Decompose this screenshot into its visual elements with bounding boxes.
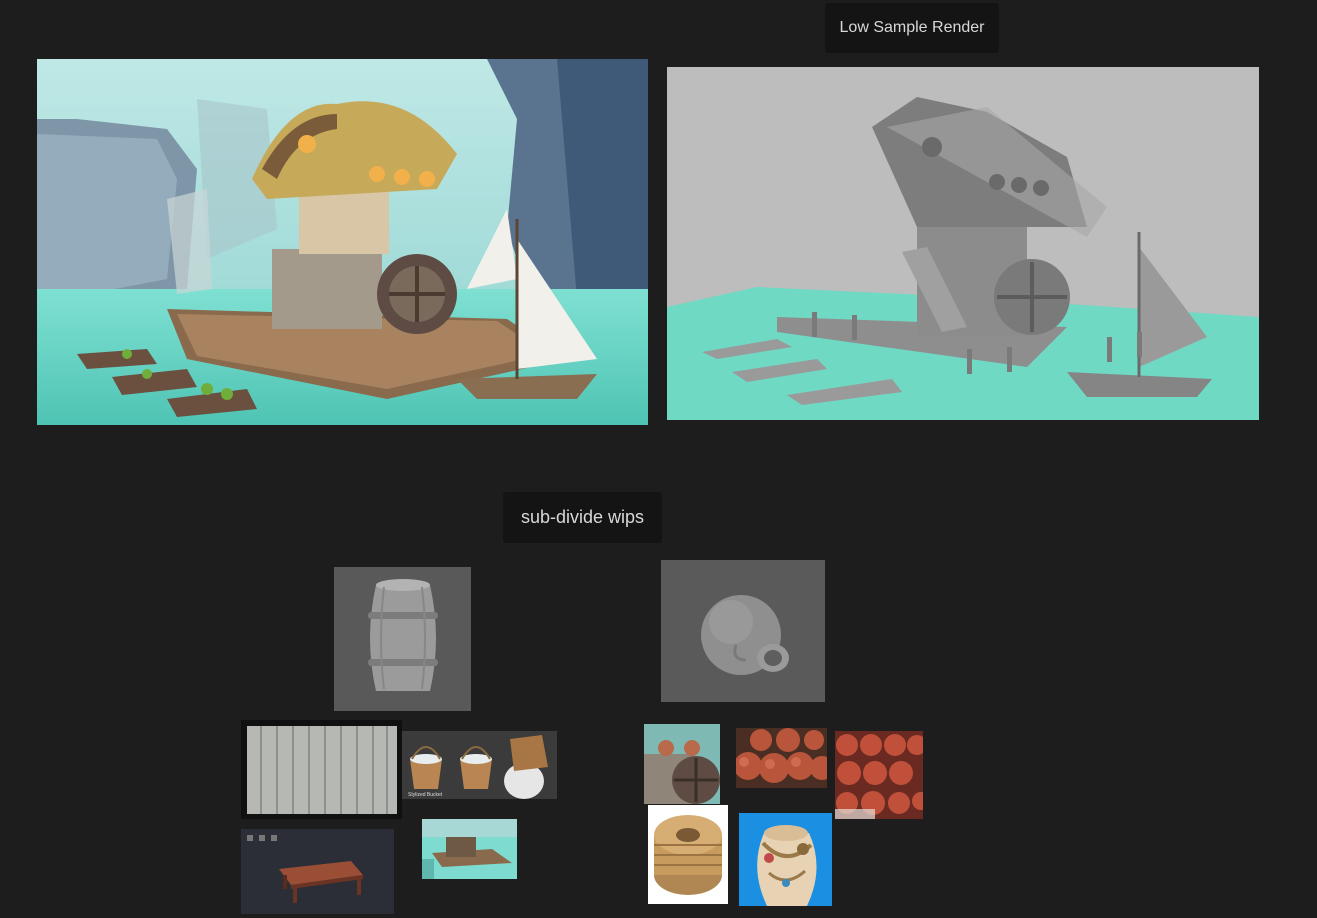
clay-pots-stack[interactable] bbox=[835, 731, 923, 819]
concept-painting-image bbox=[37, 59, 648, 425]
clay-pots-stack-image bbox=[835, 731, 923, 819]
rope-coil[interactable] bbox=[648, 805, 728, 904]
rope-vase[interactable] bbox=[739, 813, 832, 906]
wips-label: sub-divide wips bbox=[503, 492, 662, 543]
concept-painting[interactable] bbox=[37, 59, 648, 425]
wood-planks[interactable] bbox=[241, 720, 402, 819]
stylized-buckets[interactable]: Stylized Bucket bbox=[402, 731, 557, 799]
render-label: Low Sample Render bbox=[825, 3, 999, 53]
clay-pots-reference[interactable] bbox=[736, 728, 827, 788]
dock-crop-image bbox=[422, 819, 517, 879]
wips-label-text: sub-divide wips bbox=[520, 507, 645, 527]
barrel-sculpt-image bbox=[334, 567, 471, 711]
low-sample-render[interactable] bbox=[667, 67, 1259, 420]
table-model[interactable] bbox=[241, 829, 394, 914]
clay-pots-reference-image bbox=[736, 728, 827, 788]
grey-render-image bbox=[667, 67, 1259, 420]
render-label-text: Low Sample Render bbox=[839, 19, 985, 36]
barrel-sculpt[interactable] bbox=[334, 567, 471, 711]
dock-crop[interactable] bbox=[422, 819, 517, 879]
wood-planks-image bbox=[241, 720, 402, 819]
wheel-reference-image bbox=[644, 724, 720, 804]
rope-coil-image bbox=[648, 805, 728, 904]
wheel-reference[interactable] bbox=[644, 724, 720, 804]
rope-vase-image bbox=[739, 813, 832, 906]
pot-sculpt[interactable] bbox=[661, 560, 825, 702]
table-image bbox=[241, 829, 394, 914]
pot-sculpt-image bbox=[661, 560, 825, 702]
buckets-caption: Stylized Bucket bbox=[408, 792, 443, 798]
buckets-image bbox=[402, 731, 557, 799]
